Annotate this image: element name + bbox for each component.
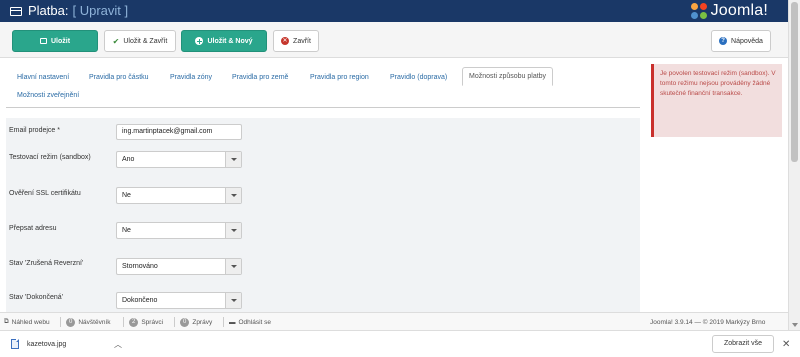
save-new-button[interactable]: Uložit & Nový <box>181 30 267 52</box>
ssl-select-value: Ne <box>122 192 131 199</box>
vertical-scrollbar[interactable] <box>788 0 800 330</box>
download-bar: kazetova.jpg ︿ Zobrazit vše ✕ <box>0 330 800 357</box>
visitors-label: Návštěvník <box>78 318 111 326</box>
tab-amount-rules[interactable]: Pravidla pro částku <box>89 69 149 86</box>
joomla-logo[interactable]: Joomla! <box>690 0 768 22</box>
help-button-label: Nápověda <box>731 37 763 45</box>
reversed-status-label: Stav 'Zrušená Reverzní' <box>9 260 84 267</box>
reversed-status-value: Stornováno <box>122 263 158 270</box>
divider <box>174 317 175 327</box>
chevron-down-icon <box>225 293 241 308</box>
page-title-text: Platba: <box>28 3 69 18</box>
admins-label: Správci <box>141 318 164 326</box>
close-icon: ✕ <box>281 37 290 45</box>
address-label: Přepsat adresu <box>9 225 57 232</box>
tab-publishing-options[interactable]: Možnosti zveřejnění <box>17 87 79 104</box>
messages-label: Zprávy <box>192 318 213 326</box>
divider <box>223 317 224 327</box>
address-select-value: Ne <box>122 227 131 234</box>
sandbox-warning-alert: Je povolen testovací režim (sandbox). V … <box>651 64 782 137</box>
chevron-down-icon <box>225 152 241 167</box>
divider <box>60 317 61 327</box>
save-close-button-label: Uložit & Zavřít <box>123 37 168 45</box>
version-text: Joomla! 3.9.14 — © 2019 Markýzy Brno <box>650 318 766 326</box>
completed-status-label: Stav 'Dokončená' <box>9 294 64 301</box>
page-title: Platba: [ Upravit ] <box>10 0 128 22</box>
ssl-label: Ověření SSL certifikátu <box>9 190 81 197</box>
image-file-icon <box>11 339 19 349</box>
close-button[interactable]: ✕ Zavřít <box>273 30 319 52</box>
tab-bar: Hlavní nastavení Pravidla pro částku Pra… <box>6 66 640 108</box>
admins-count-badge: 2 <box>129 317 139 327</box>
reversed-status-select[interactable]: Stornováno <box>116 258 242 275</box>
logout-link[interactable]: ▬ Odhlásit se <box>229 313 271 331</box>
download-filename[interactable]: kazetova.jpg <box>27 331 66 357</box>
tab-payment-options[interactable]: Možnosti způsobu platby <box>462 67 554 86</box>
payment-options-form: Email prodejce * ing.martinptacek@gmail.… <box>6 118 640 312</box>
external-link-icon: ⧉ <box>4 318 9 325</box>
tab-zone-rules[interactable]: Pravidla zóny <box>170 69 212 86</box>
tab-main-settings[interactable]: Hlavní nastavení <box>17 69 69 86</box>
preview-site-link[interactable]: ⧉ Náhled webu <box>4 313 50 331</box>
chevron-up-icon[interactable]: ︿ <box>114 331 122 357</box>
divider <box>123 317 124 327</box>
chevron-down-icon <box>225 188 241 203</box>
joomla-mark-icon <box>690 2 708 20</box>
admin-header: Platba: [ Upravit ] Joomla! <box>0 0 788 22</box>
tab-country-rules[interactable]: Pravidla pro země <box>232 69 288 86</box>
sandbox-select-value: Ano <box>122 156 135 163</box>
status-bar: ⧉ Náhled webu 0 Návštěvník 2 Správci 0 Z… <box>0 312 788 330</box>
tab-shipping-rule[interactable]: Pravidlo (doprava) <box>390 69 447 86</box>
help-icon: ? <box>719 37 728 45</box>
save-icon <box>39 38 47 44</box>
visitors-count-badge: 0 <box>66 317 76 327</box>
address-select[interactable]: Ne <box>116 222 242 239</box>
check-icon: ✔ <box>112 36 120 46</box>
save-new-button-label: Uložit & Nový <box>207 37 253 45</box>
chevron-down-icon <box>225 259 241 274</box>
scroll-down-arrow-icon[interactable] <box>792 323 798 327</box>
close-icon[interactable]: ✕ <box>782 331 790 357</box>
plus-icon <box>195 37 204 45</box>
email-label: Email prodejce * <box>9 127 60 134</box>
completed-status-select[interactable]: Dokončeno <box>116 292 242 309</box>
close-button-label: Zavřít <box>293 37 311 45</box>
joomla-wordmark: Joomla! <box>710 2 768 19</box>
credit-card-icon <box>10 6 22 16</box>
email-field[interactable]: ing.martinptacek@gmail.com <box>116 124 242 140</box>
save-button[interactable]: Uložit <box>12 30 98 52</box>
visitors-status[interactable]: 0 Návštěvník <box>66 313 111 331</box>
ssl-select[interactable]: Ne <box>116 187 242 204</box>
chevron-down-icon <box>225 223 241 238</box>
page-subtitle: [ Upravit ] <box>72 3 129 18</box>
help-button[interactable]: ? Nápověda <box>711 30 771 52</box>
tab-region-rules[interactable]: Pravidla pro region <box>310 69 369 86</box>
sandbox-select[interactable]: Ano <box>116 151 242 168</box>
show-all-downloads-button[interactable]: Zobrazit vše <box>712 335 774 353</box>
admins-status[interactable]: 2 Správci <box>129 313 163 331</box>
toolbar: Uložit ✔ Uložit & Zavřít Uložit & Nový ✕… <box>0 22 788 58</box>
scrollbar-thumb[interactable] <box>791 2 798 162</box>
messages-status[interactable]: 0 Zprávy <box>180 313 212 331</box>
preview-site-label: Náhled webu <box>11 318 50 326</box>
minus-icon: ▬ <box>229 318 236 326</box>
sandbox-label: Testovací režim (sandbox) <box>9 154 91 161</box>
logout-label: Odhlásit se <box>238 318 272 326</box>
main-panel: Hlavní nastavení Pravidla pro částku Pra… <box>0 58 640 312</box>
completed-status-value: Dokončeno <box>122 297 158 304</box>
messages-count-badge: 0 <box>180 317 190 327</box>
save-close-button[interactable]: ✔ Uložit & Zavřít <box>104 30 176 52</box>
save-button-label: Uložit <box>50 37 71 45</box>
